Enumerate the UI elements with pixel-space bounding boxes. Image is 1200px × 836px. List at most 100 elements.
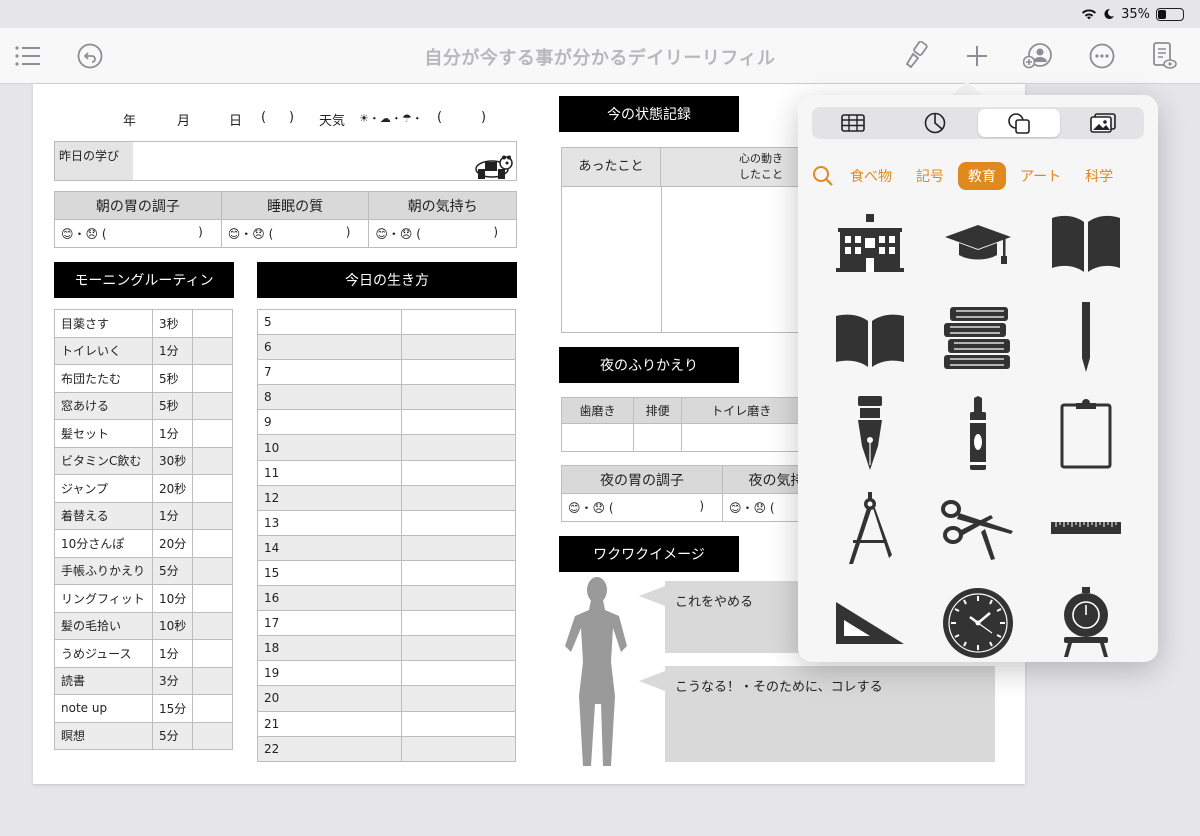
day-label: 日 bbox=[229, 114, 243, 129]
toothbrush-cell[interactable] bbox=[561, 423, 634, 452]
routine-check-cell[interactable] bbox=[192, 584, 233, 613]
hour-note-cell[interactable] bbox=[401, 635, 516, 662]
hour-note-cell[interactable] bbox=[401, 459, 516, 486]
mood-scale: 😊・😞 ( bbox=[729, 501, 775, 515]
category-symbols[interactable]: 記号 bbox=[906, 162, 954, 190]
bowel-header: 排便 bbox=[632, 397, 683, 424]
category-education[interactable]: 教育 bbox=[958, 162, 1006, 190]
school-bell-icon[interactable] bbox=[1032, 575, 1140, 670]
hour-note-cell[interactable] bbox=[401, 710, 516, 737]
hour-note-cell[interactable] bbox=[401, 409, 516, 436]
weekday-open: ( bbox=[261, 110, 267, 125]
book-stack-icon[interactable] bbox=[924, 290, 1032, 385]
tab-shapes[interactable] bbox=[978, 109, 1060, 137]
category-art[interactable]: アート bbox=[1010, 162, 1071, 190]
hour-note-cell[interactable] bbox=[401, 484, 516, 511]
routine-check-cell[interactable] bbox=[192, 419, 233, 448]
routine-task-cell: うめジュース bbox=[54, 639, 153, 668]
hour-row: 5 bbox=[257, 308, 516, 336]
hour-row: 14 bbox=[257, 534, 516, 561]
routine-check-cell[interactable] bbox=[192, 501, 233, 530]
learning-box[interactable]: 昨日の学び bbox=[54, 141, 517, 181]
bowel-cell[interactable] bbox=[632, 423, 683, 452]
moon-icon bbox=[1103, 8, 1115, 20]
morning-feeling-cell[interactable]: 😊・😞 () bbox=[368, 219, 517, 248]
open-book-icon[interactable] bbox=[1032, 195, 1140, 290]
category-science[interactable]: 科学 bbox=[1075, 162, 1123, 190]
routine-check-cell[interactable] bbox=[192, 529, 233, 558]
routine-task-cell: 髪の毛拾い bbox=[54, 611, 153, 640]
routine-check-cell[interactable] bbox=[192, 611, 233, 640]
routine-check-cell[interactable] bbox=[192, 474, 233, 503]
routine-check-cell[interactable] bbox=[192, 639, 233, 668]
reading-view-button[interactable] bbox=[1146, 38, 1182, 74]
school-building-icon[interactable] bbox=[816, 195, 924, 290]
clock-icon[interactable] bbox=[924, 575, 1032, 670]
morning-stomach-cell[interactable]: 😊・😞 () bbox=[54, 219, 222, 248]
crayon-icon[interactable] bbox=[924, 385, 1032, 480]
mood-close: ) bbox=[493, 225, 498, 239]
toolbar: 自分が今する事が分かるデイリーリフィル bbox=[0, 28, 1200, 84]
routine-check-cell[interactable] bbox=[192, 721, 233, 750]
routine-check-cell[interactable] bbox=[192, 364, 233, 393]
hour-note-cell[interactable] bbox=[401, 384, 516, 411]
hour-note-cell[interactable] bbox=[401, 610, 516, 637]
routine-task-cell: 髪セット bbox=[54, 419, 153, 448]
clipboard-icon[interactable] bbox=[1032, 385, 1140, 480]
toilet-clean-cell[interactable] bbox=[681, 423, 801, 452]
routine-check-cell[interactable] bbox=[192, 694, 233, 723]
hour-label: 18 bbox=[257, 635, 402, 662]
open-book-flat-icon[interactable] bbox=[816, 290, 924, 385]
hour-note-cell[interactable] bbox=[401, 509, 516, 536]
routine-task-cell: 読書 bbox=[54, 666, 153, 695]
mood-close: ) bbox=[198, 225, 203, 239]
tab-media[interactable] bbox=[1062, 107, 1144, 139]
routine-check-cell[interactable] bbox=[192, 336, 233, 365]
routine-time-cell: 5分 bbox=[151, 556, 194, 585]
hour-note-cell[interactable] bbox=[401, 559, 516, 587]
insert-popover: 食べ物 記号 教育 アート 科学 bbox=[798, 95, 1158, 662]
ruler-icon[interactable] bbox=[1032, 480, 1140, 575]
scissors-icon[interactable] bbox=[924, 480, 1032, 575]
goal-bubble[interactable]: こうなる！・そのために、コレする bbox=[665, 666, 995, 762]
routine-check-cell[interactable] bbox=[192, 556, 233, 585]
more-button[interactable] bbox=[1084, 38, 1120, 74]
fountain-pen-icon[interactable] bbox=[816, 385, 924, 480]
bubble-tail bbox=[639, 671, 665, 691]
search-icon[interactable] bbox=[812, 165, 834, 187]
tab-chart[interactable] bbox=[894, 107, 976, 139]
battery-icon bbox=[1156, 7, 1184, 21]
hour-label: 22 bbox=[257, 735, 402, 762]
sleep-quality-cell[interactable]: 😊・😞 () bbox=[220, 219, 370, 248]
hour-note-cell[interactable] bbox=[401, 359, 516, 386]
compass-tool-icon[interactable] bbox=[816, 480, 924, 575]
routine-check-cell[interactable] bbox=[192, 391, 233, 420]
collaborate-button[interactable] bbox=[1020, 38, 1056, 74]
tab-table[interactable] bbox=[812, 107, 894, 139]
hour-note-cell[interactable] bbox=[401, 585, 516, 612]
routine-check-cell[interactable] bbox=[192, 446, 233, 475]
hour-note-cell[interactable] bbox=[401, 735, 516, 762]
chart-icon bbox=[924, 112, 946, 134]
routine-check-cell[interactable] bbox=[192, 309, 233, 338]
graduation-cap-icon[interactable] bbox=[924, 195, 1032, 290]
insert-button[interactable] bbox=[959, 38, 995, 74]
set-square-icon[interactable] bbox=[816, 575, 924, 670]
category-food[interactable]: 食べ物 bbox=[840, 162, 902, 190]
format-brush-button[interactable] bbox=[898, 38, 934, 74]
shape-icon-grid bbox=[816, 195, 1140, 670]
hour-note-cell[interactable] bbox=[401, 660, 516, 687]
routine-task-cell: 手帳ふりかえり bbox=[54, 556, 153, 585]
mood-scale: 😊・😞 ( bbox=[568, 501, 614, 515]
hour-row: 8 bbox=[257, 384, 516, 411]
hour-note-cell[interactable] bbox=[401, 308, 516, 336]
hour-note-cell[interactable] bbox=[401, 685, 516, 712]
mood-scale: 😊・😞 ( bbox=[375, 227, 421, 241]
routine-time-cell: 1分 bbox=[151, 639, 194, 668]
hour-note-cell[interactable] bbox=[401, 334, 516, 361]
hour-note-cell[interactable] bbox=[401, 534, 516, 561]
routine-check-cell[interactable] bbox=[192, 666, 233, 695]
pencil-icon[interactable] bbox=[1032, 290, 1140, 385]
hour-note-cell[interactable] bbox=[401, 434, 516, 461]
night-stomach-cell[interactable]: 😊・😞 () bbox=[560, 493, 724, 522]
